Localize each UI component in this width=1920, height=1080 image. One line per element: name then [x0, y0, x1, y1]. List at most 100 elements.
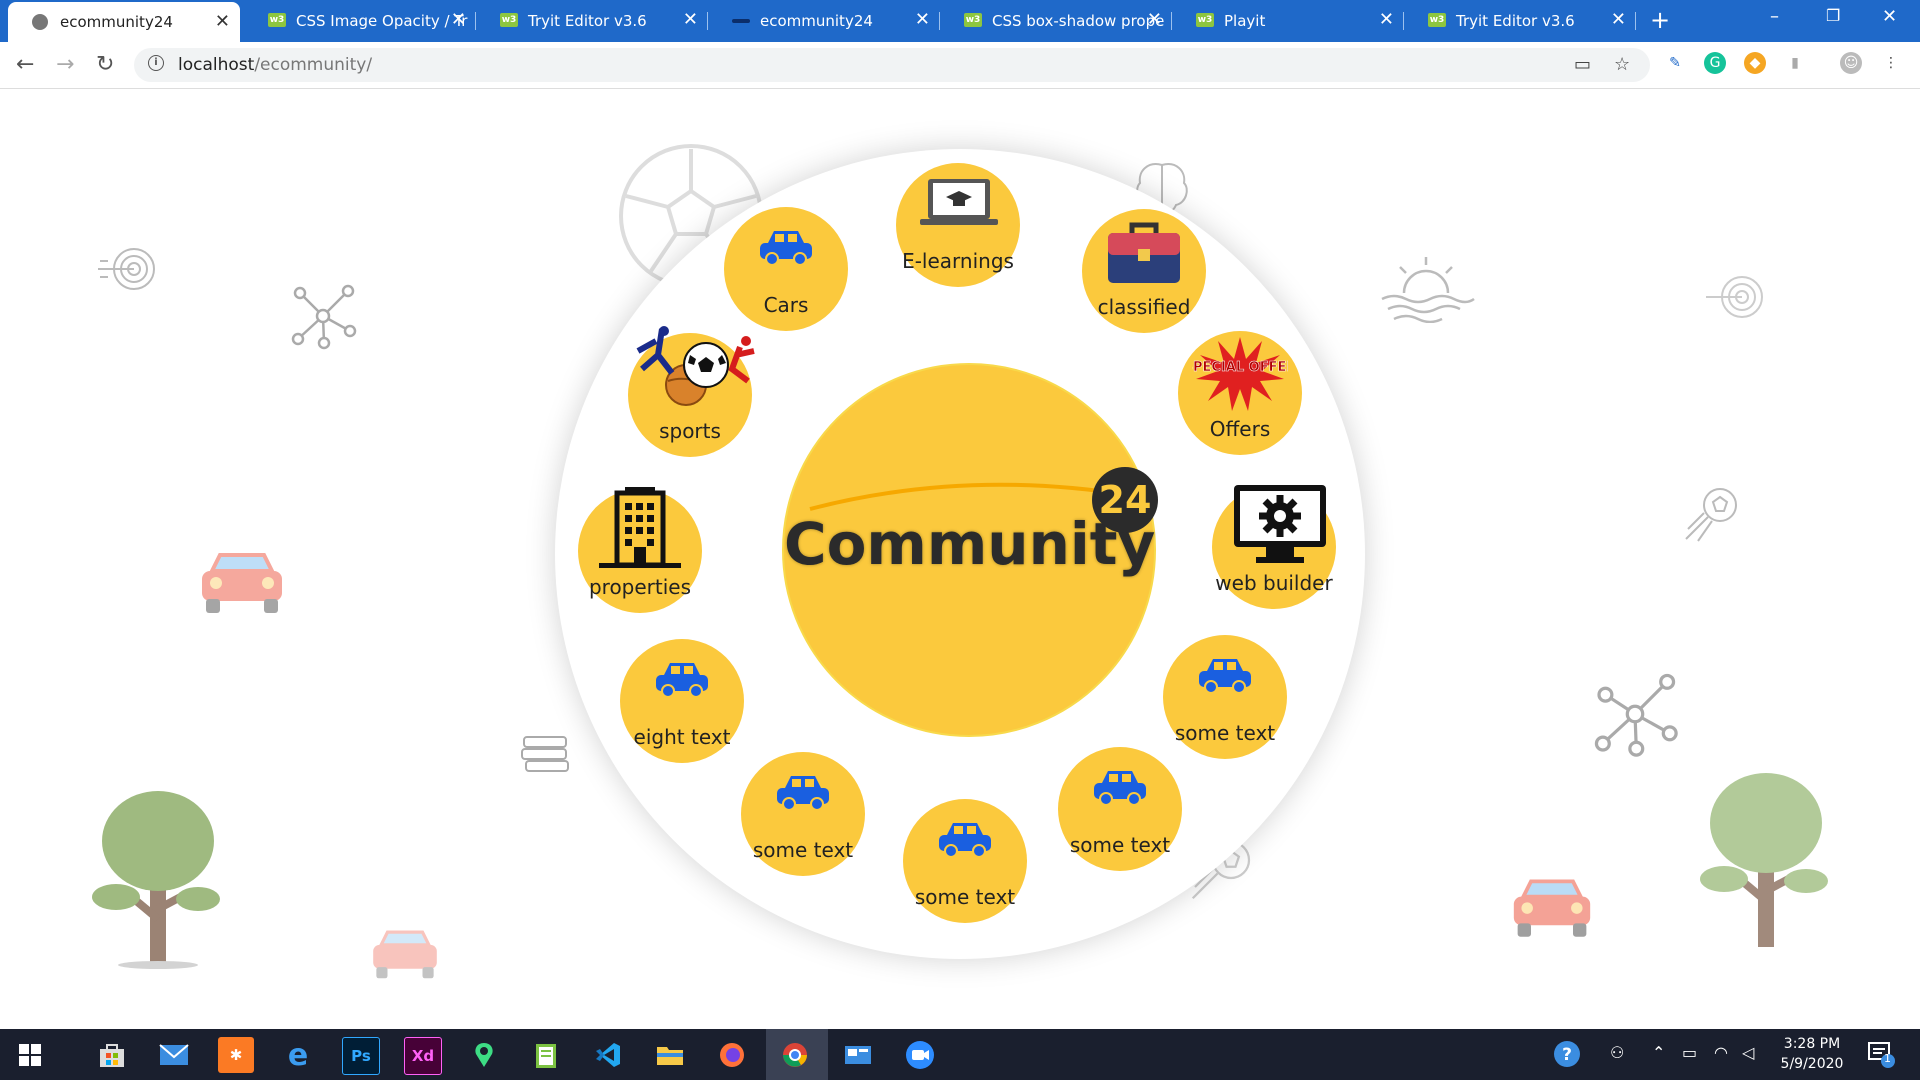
- close-icon[interactable]: ✕: [1147, 9, 1162, 30]
- node-some-text-2[interactable]: some text: [1058, 747, 1182, 871]
- notepad-icon[interactable]: [528, 1037, 564, 1073]
- photoshop-icon[interactable]: Ps: [342, 1037, 380, 1075]
- node-some-text-4[interactable]: some text: [741, 752, 865, 876]
- edge-icon[interactable]: e: [280, 1037, 316, 1073]
- close-icon[interactable]: ✕: [915, 9, 930, 30]
- chrome-icon[interactable]: [777, 1037, 813, 1073]
- sports-icon: [628, 325, 755, 419]
- node-e-learnings[interactable]: E-learnings: [896, 163, 1020, 287]
- mail-icon[interactable]: [156, 1037, 192, 1073]
- url-text[interactable]: localhost/ecommunity/: [178, 55, 372, 75]
- battery-icon[interactable]: ▭: [1682, 1043, 1697, 1062]
- people-icon[interactable]: ⚇: [1610, 1043, 1624, 1062]
- w3schools-icon: w3: [1428, 13, 1446, 27]
- browser-toolbar: ← → ↻ i localhost/ecommunity/ ▭ ☆ ✎ G ◆ …: [0, 42, 1920, 89]
- help-icon[interactable]: ?: [1552, 1039, 1582, 1073]
- page-content: Community 24 E-learnings classified SPEC…: [0, 89, 1920, 1029]
- firefox-icon[interactable]: [714, 1037, 750, 1073]
- car-icon: [620, 657, 744, 705]
- volume-icon[interactable]: ◁: [1742, 1043, 1754, 1062]
- tab-css-image-opacity[interactable]: w3 CSS Image Opacity / Tr ✕: [244, 0, 476, 42]
- tab-tryit-editor[interactable]: w3 Tryit Editor v3.6 ✕: [476, 0, 708, 42]
- node-cars[interactable]: Cars: [724, 207, 848, 331]
- window-close-icon[interactable]: ✕: [1882, 6, 1897, 27]
- node-sports[interactable]: sports: [628, 326, 755, 457]
- tab-title: CSS Image Opacity / Tr: [296, 12, 468, 30]
- system-clock[interactable]: 3:28 PM 5/9/2020: [1772, 1034, 1852, 1074]
- node-offers[interactable]: SPECIAL OFFER Offers: [1178, 331, 1302, 455]
- info-icon[interactable]: i: [148, 55, 164, 71]
- building-icon: [578, 485, 702, 575]
- briefcase-icon: [1082, 219, 1206, 291]
- tab-ecommunity24[interactable]: ecommunity24 ✕: [8, 2, 240, 42]
- tab-title: Playit: [1224, 12, 1266, 30]
- start-icon[interactable]: [12, 1037, 48, 1073]
- car-icon: [903, 817, 1027, 865]
- store-icon[interactable]: [94, 1037, 130, 1073]
- tree-icon: [92, 791, 220, 969]
- tab-playit[interactable]: w3 Playit ✕: [1172, 0, 1404, 42]
- node-web-builder[interactable]: web builder: [1212, 485, 1336, 609]
- reload-icon[interactable]: ↻: [96, 52, 114, 77]
- zoom-icon[interactable]: [902, 1037, 938, 1073]
- restore-icon[interactable]: ❐: [1826, 6, 1840, 25]
- node-classified[interactable]: classified: [1082, 209, 1206, 333]
- node-label: properties: [588, 575, 692, 599]
- w3schools-icon: w3: [268, 13, 286, 27]
- offer-badge-text: SPECIAL OFFER: [1192, 360, 1288, 375]
- wifi-icon[interactable]: ◠: [1714, 1043, 1728, 1062]
- clock-date: 5/9/2020: [1780, 1056, 1844, 1072]
- target-icon: [1706, 276, 1763, 318]
- close-icon[interactable]: ✕: [1379, 9, 1394, 30]
- node-some-text-1[interactable]: some text: [1163, 635, 1287, 759]
- forward-arrow-icon[interactable]: →: [56, 52, 74, 77]
- address-bar[interactable]: i localhost/ecommunity/ ▭ ☆: [134, 48, 1650, 82]
- chevron-up-icon[interactable]: ⌃: [1652, 1043, 1665, 1062]
- tab-title: Tryit Editor v3.6: [1456, 12, 1575, 30]
- loading-icon: [732, 19, 750, 23]
- pen-extension-icon[interactable]: ✎: [1664, 52, 1686, 74]
- network-icon: [291, 284, 357, 350]
- globe-icon: [32, 14, 48, 30]
- node-properties[interactable]: properties: [578, 487, 702, 613]
- close-icon[interactable]: ✕: [451, 9, 466, 30]
- community-hub[interactable]: Community: [782, 363, 1156, 737]
- explorer-icon[interactable]: [652, 1037, 688, 1073]
- tab-tryit-editor-2[interactable]: w3 Tryit Editor v3.6 ✕: [1404, 0, 1636, 42]
- new-tab-plus-icon[interactable]: +: [1650, 6, 1670, 34]
- vscode-icon[interactable]: [590, 1037, 626, 1073]
- notification-count: 1: [1884, 1052, 1891, 1065]
- node-label: Offers: [1209, 417, 1271, 441]
- node-label: some text: [1069, 833, 1171, 857]
- monitor-gear-icon: [1218, 481, 1342, 571]
- close-icon[interactable]: ✕: [1611, 9, 1626, 30]
- node-eight-text[interactable]: eight text: [620, 639, 744, 763]
- special-offer-icon: SPECIAL OFFER: [1178, 335, 1302, 415]
- maps-icon[interactable]: [466, 1037, 502, 1073]
- node-some-text-3[interactable]: some text: [903, 799, 1027, 923]
- notifications-icon[interactable]: 1: [1866, 1039, 1896, 1073]
- color-extension-icon[interactable]: ◆: [1744, 52, 1766, 74]
- avatar[interactable]: ☺: [1840, 52, 1862, 74]
- svg-text:?: ?: [1562, 1045, 1572, 1065]
- grammarly-icon[interactable]: G: [1704, 52, 1726, 74]
- taskbar-app-icon[interactable]: [840, 1037, 876, 1073]
- extension-icon[interactable]: ▮: [1784, 52, 1806, 74]
- cast-icon[interactable]: ▭: [1574, 54, 1591, 75]
- tab-css-box-shadow[interactable]: w3 CSS box-shadow prope ✕: [940, 0, 1172, 42]
- hub-badge: 24: [1092, 467, 1158, 533]
- node-label: sports: [659, 419, 721, 443]
- node-label: classified: [1097, 295, 1191, 319]
- tab-ecommunity24-2[interactable]: ecommunity24 ✕: [708, 0, 940, 42]
- tab-title: ecommunity24: [60, 13, 173, 31]
- xampp-icon[interactable]: ✱: [218, 1037, 254, 1073]
- node-label: E-learnings: [902, 249, 1014, 273]
- xd-icon[interactable]: Xd: [404, 1037, 442, 1075]
- close-icon[interactable]: ✕: [683, 9, 698, 30]
- close-icon[interactable]: ✕: [215, 11, 230, 32]
- bookmark-star-icon[interactable]: ☆: [1614, 54, 1630, 75]
- back-arrow-icon[interactable]: ←: [16, 52, 34, 77]
- minimize-icon[interactable]: –: [1770, 6, 1779, 27]
- tab-title: ecommunity24: [760, 12, 873, 30]
- menu-dots-icon[interactable]: ⋮: [1880, 52, 1902, 74]
